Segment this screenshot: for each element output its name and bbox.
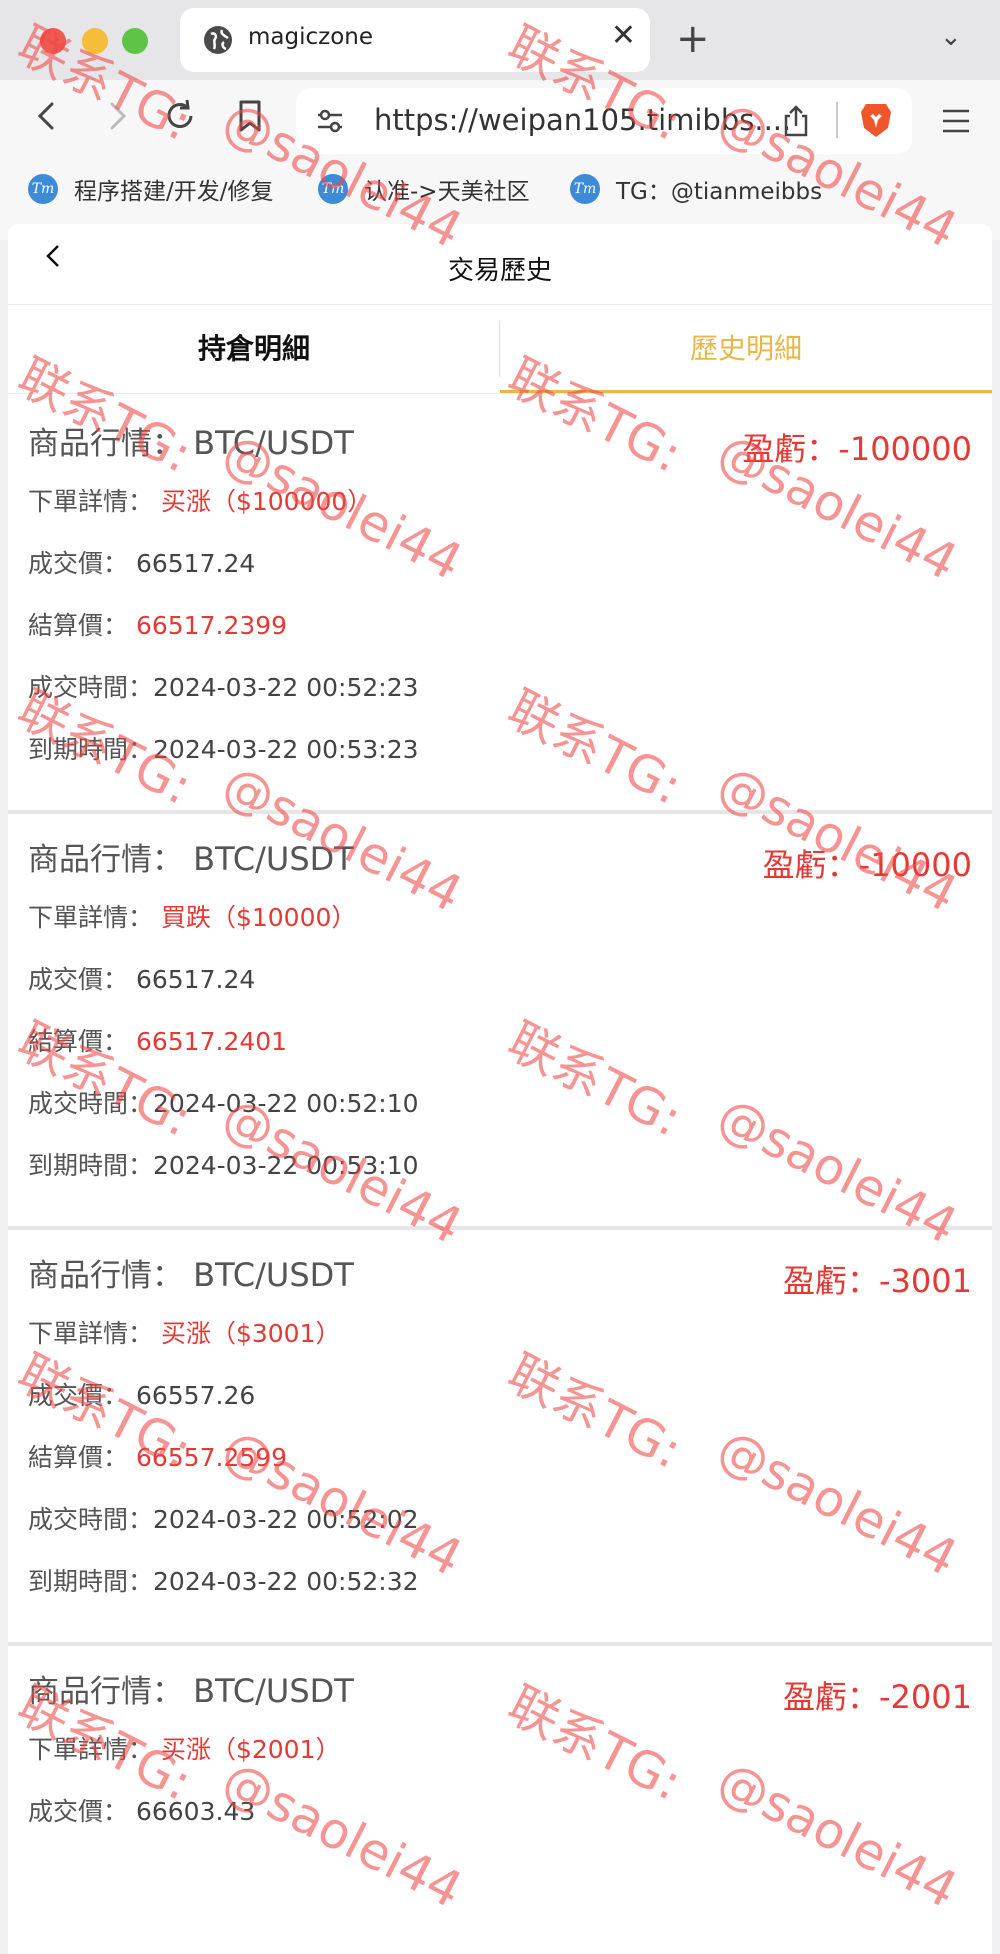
- browser-toolbar: https://weipan105.timibbs.... Tm 程序搭建/开发…: [0, 80, 1000, 240]
- zoom-window-button[interactable]: [122, 28, 148, 54]
- trade-card: 商品行情： BTC/USDT 盈虧：-2001 下單詳情： 买涨（$2001） …: [8, 1646, 992, 1954]
- close-window-button[interactable]: [40, 28, 66, 54]
- menu-icon[interactable]: [940, 106, 972, 136]
- open-time-row: 成交時間：2024-03-22 00:52:02: [28, 1505, 419, 1534]
- bookmark-item[interactable]: Tm 认准->天美社区: [318, 172, 530, 206]
- order-row: 下單詳情： 買跌（$10000）: [28, 903, 357, 932]
- trade-card: 商品行情： BTC/USDT 盈虧：-100000 下單詳情： 买涨（$1000…: [8, 394, 992, 814]
- browser-tab[interactable]: magiczone ✕: [180, 8, 650, 72]
- bookmark-icon[interactable]: [230, 96, 270, 136]
- tianmei-favicon-icon: Tm: [318, 174, 348, 204]
- settle-price-row: 結算價： 66557.2599: [28, 1443, 288, 1472]
- symbol-row: 商品行情： BTC/USDT: [28, 1672, 354, 1710]
- profit-loss: 盈虧：-3001: [783, 1262, 972, 1300]
- url-text: https://weipan105.timibbs....: [374, 103, 792, 137]
- tianmei-favicon-icon: Tm: [570, 174, 600, 204]
- reload-icon[interactable]: [160, 96, 200, 136]
- app-page: 交易歷史 持倉明細 歷史明細 商品行情： BTC/USDT 盈虧：-100000…: [8, 224, 992, 1954]
- entry-price-row: 成交價： 66517.24: [28, 549, 256, 578]
- order-row: 下單詳情： 买涨（$3001）: [28, 1319, 341, 1348]
- open-time-row: 成交時間：2024-03-22 00:52:10: [28, 1089, 419, 1118]
- symbol-row: 商品行情： BTC/USDT: [28, 840, 354, 878]
- address-bar[interactable]: https://weipan105.timibbs....: [296, 88, 912, 154]
- tianmei-favicon-icon: Tm: [28, 174, 58, 204]
- share-icon[interactable]: [780, 104, 812, 138]
- symbol-row: 商品行情： BTC/USDT: [28, 1256, 354, 1294]
- symbol-row: 商品行情： BTC/USDT: [28, 424, 354, 462]
- settle-price-row: 結算價： 66517.2399: [28, 611, 288, 640]
- plus-icon[interactable]: +: [676, 14, 710, 64]
- globe-icon: [204, 26, 232, 54]
- forward-icon[interactable]: [96, 96, 136, 136]
- entry-price-row: 成交價： 66603.43: [28, 1797, 256, 1826]
- trade-card: 商品行情： BTC/USDT 盈虧：-3001 下單詳情： 买涨（$3001） …: [8, 1230, 992, 1646]
- back-icon[interactable]: [28, 96, 68, 136]
- tab-history[interactable]: 歷史明細: [500, 305, 992, 393]
- entry-price-row: 成交價： 66557.26: [28, 1381, 256, 1410]
- site-settings-icon[interactable]: [314, 105, 346, 137]
- profit-loss: 盈虧：-100000: [742, 430, 972, 468]
- profit-loss: 盈虧：-2001: [783, 1678, 972, 1716]
- chevron-down-icon[interactable]: ⌄: [940, 22, 962, 52]
- page-title: 交易歷史: [447, 256, 552, 286]
- profit-loss: 盈虧：-10000: [762, 846, 972, 884]
- expire-time-row: 到期時間：2024-03-22 00:53:23: [28, 735, 419, 764]
- app-header: 交易歷史: [8, 224, 992, 304]
- entry-price-row: 成交價： 66517.24: [28, 965, 256, 994]
- bookmark-item[interactable]: Tm 程序搭建/开发/修复: [28, 172, 274, 206]
- browser-tab-bar: magiczone ✕ + ⌄: [0, 0, 1000, 80]
- order-row: 下單詳情： 买涨（$2001）: [28, 1735, 341, 1764]
- trade-card: 商品行情： BTC/USDT 盈虧：-10000 下單詳情： 買跌（$10000…: [8, 814, 992, 1230]
- settle-price-row: 結算價： 66517.2401: [28, 1027, 288, 1056]
- expire-time-row: 到期時間：2024-03-22 00:52:32: [28, 1567, 419, 1596]
- minimize-window-button[interactable]: [82, 28, 108, 54]
- expire-time-row: 到期時間：2024-03-22 00:53:10: [28, 1151, 419, 1180]
- open-time-row: 成交時間：2024-03-22 00:52:23: [28, 673, 419, 702]
- tab-positions[interactable]: 持倉明細: [8, 305, 500, 393]
- tab-bar: 持倉明細 歷史明細: [8, 304, 992, 394]
- close-icon[interactable]: ✕: [611, 18, 636, 53]
- order-row: 下單詳情： 买涨（$100000）: [28, 487, 373, 516]
- tab-title: magiczone: [248, 24, 374, 50]
- bookmark-item[interactable]: Tm TG：@tianmeibbs: [570, 172, 822, 206]
- divider: [836, 102, 838, 138]
- brave-lion-icon[interactable]: [858, 100, 894, 140]
